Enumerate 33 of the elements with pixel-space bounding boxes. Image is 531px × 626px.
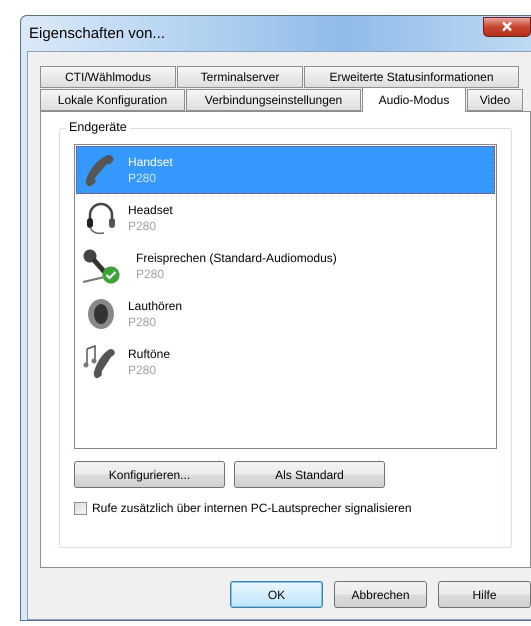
device-name: Freisprechen (Standard-Audiomodus) bbox=[136, 250, 337, 266]
tab[interactable]: Verbindungseinstellungen bbox=[186, 89, 361, 111]
group-title: Endgeräte bbox=[66, 120, 130, 134]
device-model: P280 bbox=[136, 266, 166, 282]
tab[interactable]: Audio-Modus bbox=[362, 87, 466, 112]
close-icon bbox=[501, 21, 513, 32]
tab[interactable]: Lokale Konfiguration bbox=[40, 89, 185, 111]
device-item[interactable]: Headset P280 bbox=[76, 194, 495, 242]
tab[interactable]: CTI/Wählmodus bbox=[40, 66, 176, 88]
device-model: P280 bbox=[128, 314, 158, 330]
device-model: P280 bbox=[128, 170, 158, 186]
device-item[interactable]: Ruftöne P280 bbox=[76, 338, 495, 386]
option-checkbox[interactable]: Rufe zusätzlich über internen PC-Lautsprecher signalisieren bbox=[74, 501, 497, 515]
device-item[interactable]: Lauthören P280 bbox=[76, 290, 495, 338]
action-button[interactable]: Als Standard bbox=[234, 461, 385, 488]
dialog-button[interactable]: Hilfe bbox=[438, 581, 531, 608]
device-item[interactable]: Freisprechen (Standard-Audiomodus) P280 bbox=[76, 242, 495, 290]
checkbox[interactable] bbox=[74, 502, 87, 514]
dialog-button[interactable]: OK bbox=[230, 581, 323, 608]
checkbox-label: Rufe zusätzlich über internen PC-Lautsprecher signalisieren bbox=[92, 501, 412, 515]
tab[interactable]: Erweiterte Statusinformationen bbox=[304, 66, 519, 88]
device-name: Lauthören bbox=[128, 298, 182, 314]
close-button[interactable] bbox=[483, 16, 531, 36]
tab[interactable]: Video bbox=[467, 89, 523, 111]
device-name: Handset bbox=[128, 154, 173, 170]
window-title: Eigenschaften von... bbox=[28, 25, 165, 42]
device-name: Headset bbox=[128, 202, 173, 218]
dialog-button[interactable]: Abbrechen bbox=[334, 581, 427, 608]
device-name: Ruftöne bbox=[128, 346, 170, 362]
device-model: P280 bbox=[128, 362, 158, 378]
tab[interactable]: Terminalserver bbox=[177, 66, 303, 88]
device-model: P280 bbox=[128, 218, 158, 234]
action-button[interactable]: Konfigurieren... bbox=[74, 461, 225, 488]
